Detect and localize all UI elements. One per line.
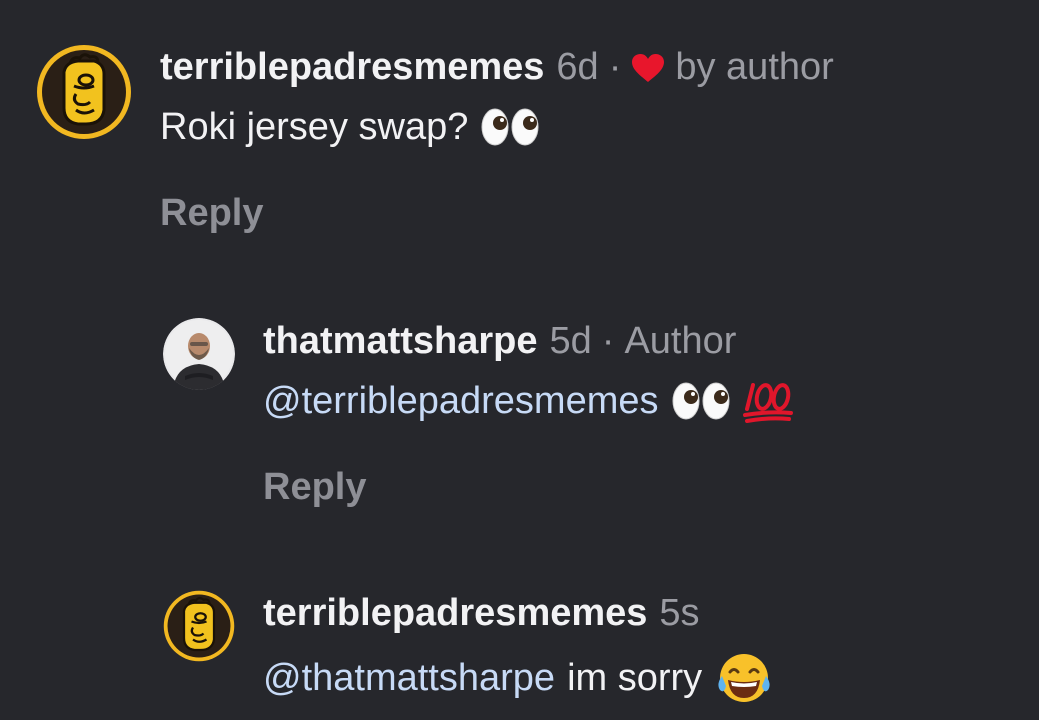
comment-body: terriblepadresmemes 5s @thatmattsharpe i… bbox=[263, 590, 774, 706]
comment-text: @terriblepadresmemes bbox=[263, 378, 795, 424]
timestamp: 6d bbox=[556, 46, 599, 88]
username[interactable]: terriblepadresmemes bbox=[263, 590, 647, 636]
timestamp: 5s bbox=[659, 592, 700, 634]
username[interactable]: thatmattsharpe bbox=[263, 318, 538, 364]
username[interactable]: terriblepadresmemes bbox=[160, 44, 544, 90]
mention-link[interactable]: @thatmattsharpe bbox=[263, 655, 555, 701]
reply-button[interactable]: Reply bbox=[263, 464, 795, 510]
avatar-terriblepadresmemes[interactable] bbox=[36, 44, 132, 140]
mention-link[interactable]: @terriblepadresmemes bbox=[263, 378, 659, 424]
avatar-terriblepadresmemes[interactable] bbox=[163, 590, 235, 662]
eyes-emoji bbox=[481, 108, 539, 146]
comment-2: thatmattsharpe 5d · Author @terriblepadr… bbox=[163, 318, 795, 510]
avatar-thatmattsharpe[interactable] bbox=[163, 318, 235, 390]
comment-message: im sorry bbox=[567, 657, 703, 699]
comment-body: thatmattsharpe 5d · Author @terriblepadr… bbox=[263, 318, 795, 510]
eyes-emoji bbox=[672, 382, 729, 420]
separator-dot: · bbox=[601, 320, 615, 362]
comment-1: terriblepadresmemes 6d · by author Roki … bbox=[36, 44, 834, 236]
comment-message: Roki jersey swap? bbox=[160, 106, 469, 148]
comment-header: thatmattsharpe 5d · Author bbox=[263, 318, 795, 364]
reply-button[interactable]: Reply bbox=[160, 190, 834, 236]
hundred-points-emoji bbox=[742, 383, 793, 423]
author-badge: Author bbox=[624, 320, 737, 362]
comment-body: terriblepadresmemes 6d · by author Roki … bbox=[160, 44, 834, 236]
comment-text: @thatmattsharpe im sorry bbox=[263, 650, 774, 706]
liked-by-author-label: by author bbox=[675, 46, 834, 88]
heart-icon bbox=[632, 54, 665, 82]
comment-header: terriblepadresmemes 5s bbox=[263, 590, 774, 636]
timestamp: 5d bbox=[549, 320, 592, 362]
comment-header: terriblepadresmemes 6d · by author bbox=[160, 44, 834, 90]
comment-3: terriblepadresmemes 5s @thatmattsharpe i… bbox=[163, 590, 774, 706]
separator-dot: · bbox=[608, 46, 622, 88]
comment-text: Roki jersey swap? bbox=[160, 104, 834, 150]
laughing-tears-emoji bbox=[718, 654, 770, 702]
